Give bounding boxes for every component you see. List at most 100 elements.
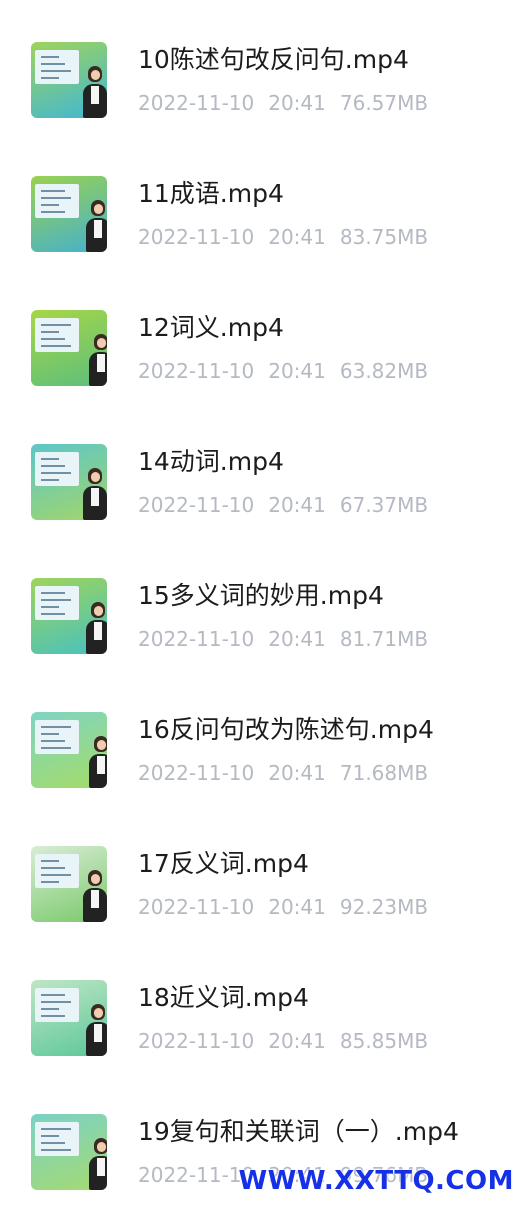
file-size: 63.82MB: [339, 359, 429, 383]
file-name: 10陈述句改反问句.mp4: [138, 45, 409, 74]
video-thumbnail-icon: [31, 846, 107, 922]
slide-text-line: [41, 747, 71, 749]
file-time: 20:41: [268, 1029, 326, 1053]
slide-text-line: [41, 592, 65, 594]
file-name: 15多义词的妙用.mp4: [138, 581, 384, 610]
slide-text-line: [41, 472, 71, 474]
teacher-shirt: [94, 622, 102, 640]
slide-board: [35, 720, 79, 754]
slide-text-line: [41, 606, 59, 608]
slide-text-line: [41, 733, 59, 735]
file-name: 16反问句改为陈述句.mp4: [138, 715, 434, 744]
video-thumbnail-icon: [31, 444, 107, 520]
slide-text-line: [41, 1149, 71, 1151]
file-time: 20:41: [268, 493, 326, 517]
file-meta: 2022-11-10 20:41 83.75MB: [138, 225, 442, 249]
file-meta: 2022-11-10 20:41 81.71MB: [138, 627, 442, 651]
file-time: 20:41: [268, 359, 326, 383]
slide-text-line: [41, 324, 71, 326]
slide-text-line: [41, 874, 71, 876]
teacher-face: [94, 204, 103, 214]
slide-text-line: [41, 1135, 59, 1137]
slide-text-line: [41, 211, 65, 213]
slide-text-line: [41, 331, 59, 333]
file-row[interactable]: 15多义词的妙用.mp4 2022-11-10 20:41 81.71MB: [0, 536, 520, 670]
teacher-shirt: [97, 1158, 105, 1176]
file-size: 85.85MB: [339, 1029, 429, 1053]
video-thumbnail-icon: [31, 42, 107, 118]
file-date: 2022-11-10: [138, 493, 255, 517]
video-thumbnail-icon: [31, 578, 107, 654]
slide-text-line: [41, 204, 59, 206]
slide-text-line: [41, 63, 65, 65]
slide-text-line: [41, 465, 65, 467]
video-thumbnail-icon: [31, 1114, 107, 1190]
file-name: 17反义词.mp4: [138, 849, 309, 878]
slide-text-line: [41, 613, 65, 615]
slide-text-line: [41, 860, 59, 862]
slide-text-line: [41, 190, 65, 192]
file-date: 2022-11-10: [138, 627, 255, 651]
teacher-face: [91, 874, 100, 884]
file-size: 92.23MB: [339, 895, 429, 919]
file-size: 67.37MB: [339, 493, 429, 517]
file-meta: 2022-11-10 20:41 63.82MB: [138, 359, 442, 383]
slide-text-line: [41, 70, 71, 72]
file-list: 10陈述句改反问句.mp4 2022-11-10 20:41 76.57MB 11成语.…: [0, 0, 520, 1200]
file-size: 81.71MB: [339, 627, 429, 651]
file-meta: 2022-11-10 20:41 76.57MB: [138, 91, 442, 115]
teacher-face: [94, 606, 103, 616]
video-thumbnail-icon: [31, 176, 107, 252]
file-row[interactable]: 11成语.mp4 2022-11-10 20:41 83.75MB: [0, 134, 520, 268]
file-name: 11成语.mp4: [138, 179, 284, 208]
file-time: 20:41: [268, 627, 326, 651]
file-time: 20:41: [268, 225, 326, 249]
slide-board: [35, 184, 79, 218]
file-row[interactable]: 17反义词.mp4 2022-11-10 20:41 92.23MB: [0, 804, 520, 938]
teacher-face: [97, 740, 106, 750]
file-meta: 2022-11-10 20:41 85.85MB: [138, 1029, 442, 1053]
teacher-shirt: [91, 488, 99, 506]
slide-board: [35, 1122, 79, 1156]
slide-text-line: [41, 345, 71, 347]
slide-board: [35, 318, 79, 352]
teacher-shirt: [94, 220, 102, 238]
teacher-shirt: [91, 86, 99, 104]
video-thumbnail-icon: [31, 980, 107, 1056]
slide-text-line: [41, 599, 71, 601]
file-row[interactable]: 12词义.mp4 2022-11-10 20:41 63.82MB: [0, 268, 520, 402]
slide-text-line: [41, 881, 59, 883]
video-thumbnail-icon: [31, 310, 107, 386]
teacher-face: [91, 70, 100, 80]
slide-board: [35, 452, 79, 486]
slide-text-line: [41, 77, 59, 79]
file-row[interactable]: 16反问句改为陈述句.mp4 2022-11-10 20:41 71.68MB: [0, 670, 520, 804]
file-date: 2022-11-10: [138, 91, 255, 115]
slide-text-line: [41, 740, 65, 742]
teacher-face: [97, 1142, 106, 1152]
file-time: 20:41: [268, 895, 326, 919]
file-date: 2022-11-10: [138, 1029, 255, 1053]
slide-board: [35, 586, 79, 620]
teacher-face: [97, 338, 106, 348]
file-row[interactable]: 10陈述句改反问句.mp4 2022-11-10 20:41 76.57MB: [0, 0, 520, 134]
slide-board: [35, 988, 79, 1022]
file-meta: 2022-11-10 20:41 71.68MB: [138, 761, 442, 785]
file-size: 76.57MB: [339, 91, 429, 115]
file-row[interactable]: 14动词.mp4 2022-11-10 20:41 67.37MB: [0, 402, 520, 536]
slide-text-line: [41, 1001, 71, 1003]
file-name: 19复句和关联词（一）.mp4: [138, 1117, 459, 1146]
file-meta: 2022-11-10 20:41 92.23MB: [138, 895, 442, 919]
slide-text-line: [41, 867, 65, 869]
file-date: 2022-11-10: [138, 225, 255, 249]
file-row[interactable]: 18近义词.mp4 2022-11-10 20:41 85.85MB: [0, 938, 520, 1072]
slide-text-line: [41, 479, 59, 481]
slide-text-line: [41, 56, 59, 58]
teacher-shirt: [91, 890, 99, 908]
slide-text-line: [41, 458, 59, 460]
file-date: 2022-11-10: [138, 359, 255, 383]
slide-text-line: [41, 1008, 59, 1010]
file-date: 2022-11-10: [138, 895, 255, 919]
slide-text-line: [41, 726, 71, 728]
teacher-face: [91, 472, 100, 482]
